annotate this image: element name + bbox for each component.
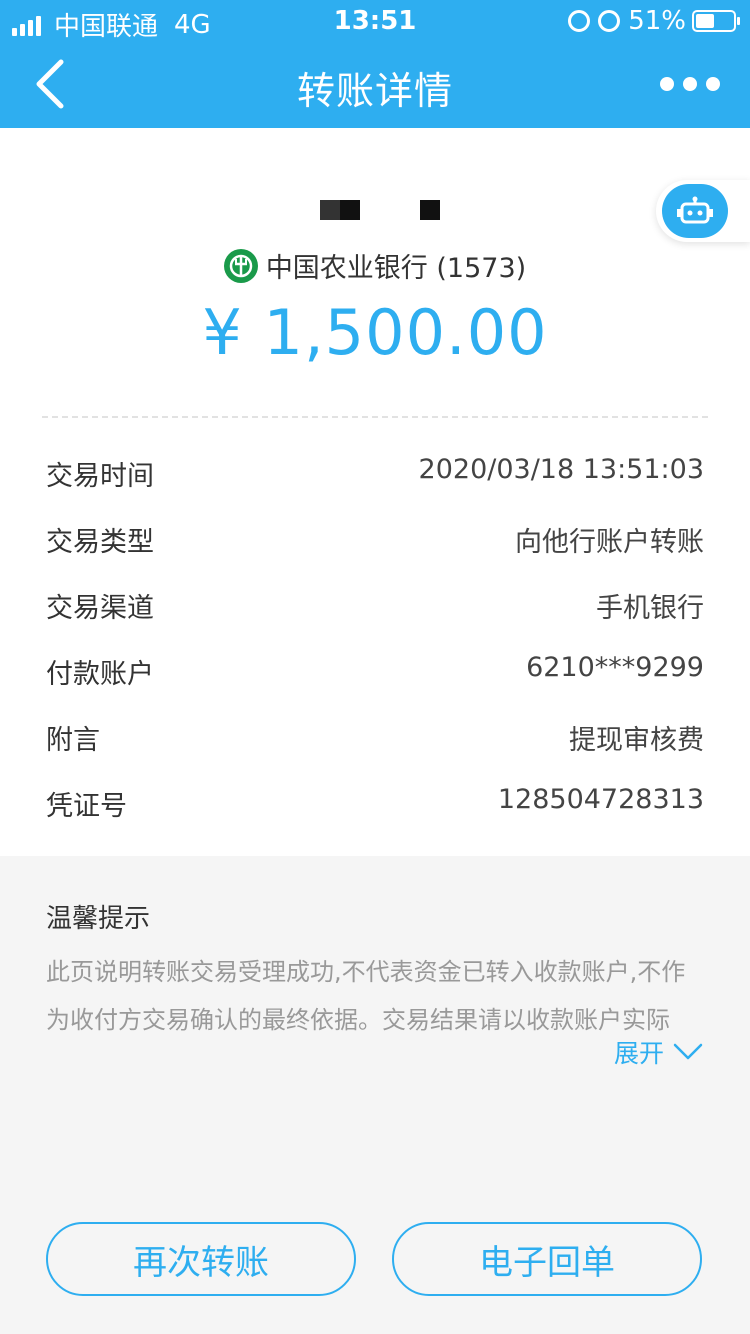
detail-row-remark: 附言 提现审核费 — [0, 704, 750, 770]
status-right: 51% — [568, 6, 740, 36]
robot-icon — [677, 196, 713, 224]
expand-button[interactable]: 展开 — [614, 1034, 704, 1070]
rotation-lock-icon — [568, 10, 591, 32]
detail-row-voucher: 凭证号 128504728313 — [0, 770, 750, 836]
battery-percent: 51% — [628, 6, 686, 36]
detail-value: 向他行账户转账 — [515, 527, 704, 558]
detail-label: 附言 — [46, 725, 100, 756]
detail-value: 提现审核费 — [569, 725, 704, 756]
e-receipt-button[interactable]: 电子回单 — [392, 1222, 702, 1296]
detail-value: 6210***9299 — [526, 652, 704, 683]
more-dot-icon — [660, 77, 674, 91]
detail-value: 2020/03/18 13:51:03 — [418, 454, 704, 485]
more-button[interactable] — [660, 66, 720, 102]
alarm-icon — [598, 10, 621, 32]
transfer-again-button[interactable]: 再次转账 — [46, 1222, 356, 1296]
expand-label: 展开 — [613, 1039, 664, 1068]
tips-title: 温馨提示 — [46, 904, 151, 934]
more-dot-icon — [683, 77, 697, 91]
detail-label: 交易类型 — [46, 527, 154, 558]
detail-label: 凭证号 — [46, 791, 127, 822]
detail-list: 交易时间 2020/03/18 13:51:03 交易类型 向他行账户转账 交易… — [0, 440, 750, 836]
detail-label: 交易渠道 — [46, 593, 154, 624]
bank-line: 中国农业银行 (1573) — [0, 246, 750, 285]
abc-bank-logo-icon — [223, 248, 258, 283]
detail-value: 手机银行 — [596, 593, 704, 624]
status-bar: 中国联通 4G 13:51 51% — [0, 0, 750, 42]
detail-row-type: 交易类型 向他行账户转账 — [0, 506, 750, 572]
chevron-down-icon — [673, 1043, 703, 1060]
page-title: 转账详情 — [296, 69, 453, 113]
detail-value: 128504728313 — [497, 784, 704, 815]
bank-name: 中国农业银行 (1573) — [265, 253, 527, 284]
tips-line: 为收付方交易确认的最终依据。交易结果请以收款账户实际 — [46, 1006, 670, 1034]
transfer-card: 中国农业银行 (1573) ¥ 1,500.00 交易时间 2020/03/18… — [0, 128, 750, 856]
nav-bar: 转账详情 — [0, 40, 750, 128]
battery-icon — [692, 10, 740, 32]
detail-label: 交易时间 — [46, 461, 154, 492]
detail-row-account: 付款账户 6210***9299 — [0, 638, 750, 704]
tips-body: 此页说明转账交易受理成功,不代表资金已转入收款账户,不作 为收付方交易确认的最终… — [46, 948, 706, 1044]
detail-row-time: 交易时间 2020/03/18 13:51:03 — [0, 440, 750, 506]
detail-row-channel: 交易渠道 手机银行 — [0, 572, 750, 638]
payee-name-redacted — [0, 200, 750, 220]
detail-label: 付款账户 — [46, 659, 154, 690]
tips-line: 此页说明转账交易受理成功,不代表资金已转入收款账户,不作 — [46, 958, 686, 986]
transfer-amount: ¥ 1,500.00 — [202, 296, 548, 369]
more-dot-icon — [706, 77, 720, 91]
dashed-divider — [42, 416, 708, 418]
assistant-button[interactable] — [656, 180, 750, 242]
